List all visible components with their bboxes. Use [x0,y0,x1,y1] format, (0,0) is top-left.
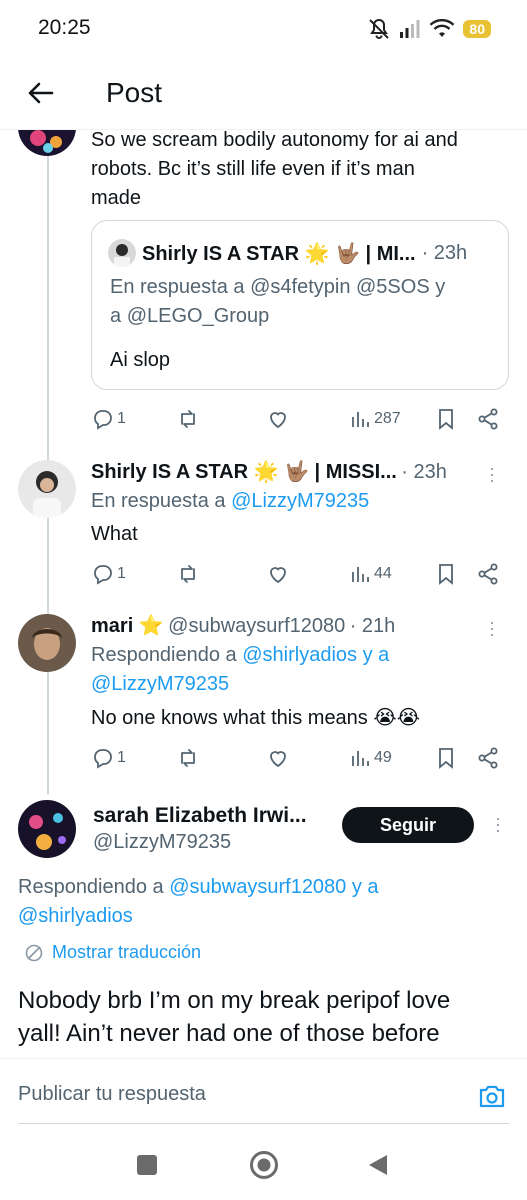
avatar[interactable] [18,800,76,858]
views-button[interactable]: 287 [350,408,401,430]
mention-link[interactable]: @LizzyM79235 [91,673,229,695]
quoted-tweet-card[interactable]: Shirly IS A STAR 🌟 🤟🏽 | MI... · 23h En r… [91,220,509,390]
status-time: 20:25 [38,16,91,39]
more-options-icon[interactable]: · · · [487,459,497,489]
avatar[interactable] [18,460,76,518]
views-icon [352,567,369,582]
main-tweet-text: Nobody brb I’m on my break peripof love … [18,987,451,1047]
home-icon[interactable] [249,1150,279,1180]
back-nav-icon[interactable] [367,1153,389,1177]
author-name[interactable]: mari ⭐ [91,615,164,637]
recents-icon[interactable] [136,1154,158,1176]
quote-time: · 23h [421,241,468,264]
tweet-header: mari ⭐ @subwaysurf12080 · 21h [91,613,395,638]
reply-button[interactable]: 1 [91,746,126,770]
reply-context: Respondiendo a @shirlyadios y a @LizzyM7… [91,644,390,695]
like-icon[interactable] [266,562,290,586]
views-button[interactable]: 49 [350,747,392,769]
share-icon[interactable] [476,407,500,431]
reply-button[interactable]: 1 [91,407,126,431]
share-icon[interactable] [476,562,500,586]
more-options-icon[interactable]: · · · [487,613,497,643]
like-icon[interactable] [266,407,290,431]
thread-line [47,518,49,618]
system-nav-bar [0,1130,527,1200]
author-handle[interactable]: @LizzyM79235 [93,831,231,854]
author-name[interactable]: sarah Elizabeth Irwi... [93,804,307,828]
more-options-icon[interactable]: · · · [493,809,503,839]
mention-link[interactable]: @subwaysurf12080 y a [169,876,378,898]
thread-line [47,672,49,794]
translate-link[interactable]: Mostrar traducción [24,942,201,963]
reply-icon [94,749,112,769]
mute-icon [369,18,390,39]
avatar[interactable] [18,614,76,672]
retweet-icon[interactable] [176,562,200,586]
quote-header: Shirly IS A STAR 🌟 🤟🏽 | MI... · 23h [108,239,467,267]
follow-button[interactable]: Seguir [342,807,474,843]
reply-context: Respondiendo a @subwaysurf12080 y a @shi… [18,876,379,927]
views-button[interactable]: 44 [350,563,392,585]
quote-text: Ai slop [110,349,171,371]
avatar [108,239,136,267]
tweet-text: No one knows what this means 😭😭 [91,707,421,729]
author-name[interactable]: Shirly IS A STAR 🌟 🤟🏽 | MISSI... [91,461,397,483]
mention-link[interactable]: @shirlyadios [18,905,133,927]
header: Post [0,58,527,130]
tweet-time: · 23h [401,461,447,483]
views-icon [352,412,369,427]
status-bar: 20:25 80 [0,0,527,58]
quote-reply-context: En respuesta a @s4fetypin @5SOS y a @LEG… [110,276,446,327]
retweet-icon[interactable] [176,407,200,431]
author-handle[interactable]: @subwaysurf12080 [168,615,345,637]
divider [18,1123,509,1124]
reply-input[interactable]: Publicar tu respuesta [18,1083,206,1106]
back-arrow-icon[interactable] [24,76,58,110]
quote-author-name: Shirly IS A STAR 🌟 🤟🏽 | MI... [142,242,416,265]
reply-composer: Publicar tu respuesta [0,1058,527,1128]
reply-icon [94,565,112,585]
bookmark-icon[interactable] [435,562,457,586]
mention-link[interactable]: @LizzyM79235 [231,490,369,512]
tweet-text: What [91,523,138,545]
reply-context: En respuesta a @LizzyM79235 [91,490,370,512]
share-icon[interactable] [476,746,500,770]
bookmark-icon[interactable] [435,746,457,770]
mention-link[interactable]: @shirlyadios y a [242,644,389,666]
retweet-icon[interactable] [176,746,200,770]
page-title: Post [106,77,163,108]
tweet-time: · 21h [349,615,396,637]
like-icon[interactable] [266,746,290,770]
wifi-icon [430,19,455,37]
views-icon [352,751,369,766]
tweet-text: So we scream bodily autonomy for ai and … [91,129,458,209]
translate-icon [25,944,43,961]
tweet-actions: 1 44 [91,560,511,588]
battery-indicator: 80 [463,20,491,38]
reply-icon [94,410,112,430]
tweet-actions: 1 49 [91,744,511,772]
tweet-actions: 1 287 [91,405,511,433]
thread-line [47,150,49,460]
signal-icon [400,20,420,38]
tweet-header: Shirly IS A STAR 🌟 🤟🏽 | MISSI... · 23h [91,459,447,484]
camera-icon[interactable] [478,1083,506,1109]
reply-button[interactable]: 1 [91,562,126,586]
status-icons: 80 [367,18,491,40]
bookmark-icon[interactable] [435,407,457,431]
